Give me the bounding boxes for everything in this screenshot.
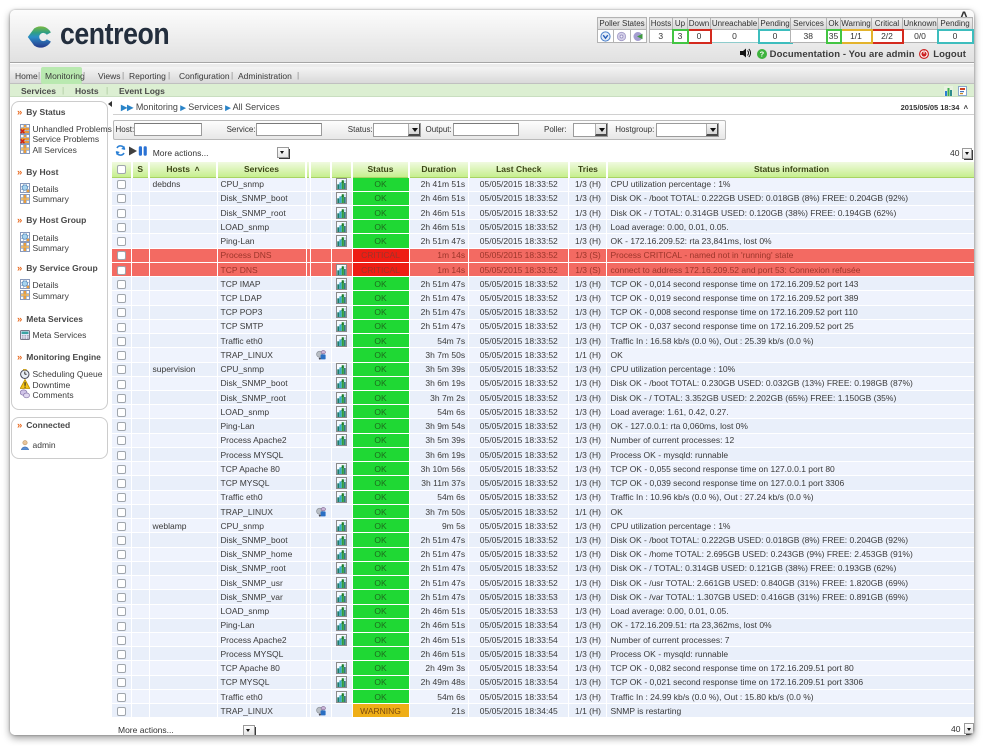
svg-text:?: ? <box>760 49 765 58</box>
